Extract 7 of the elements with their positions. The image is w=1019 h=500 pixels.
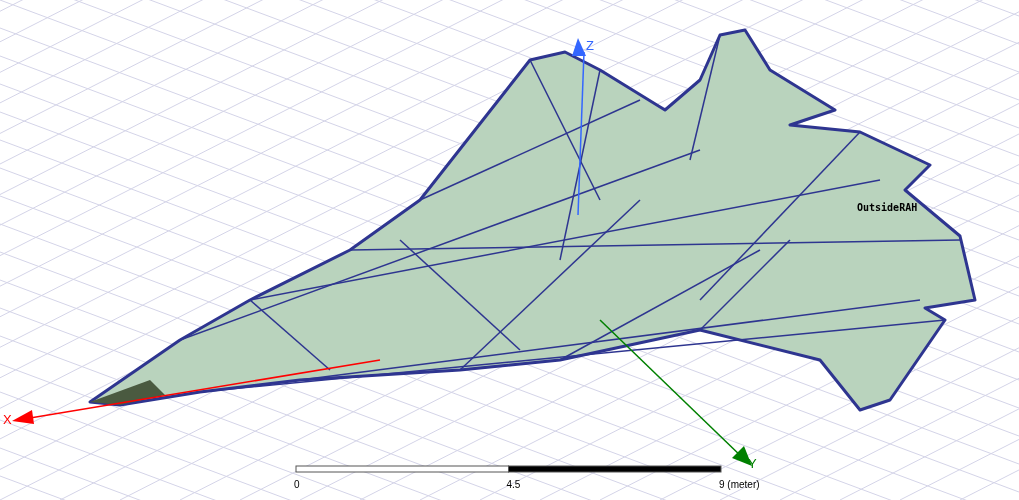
axis-label: Z xyxy=(586,38,594,53)
axis-label: X xyxy=(3,412,12,427)
object-label: OutsideRAH xyxy=(857,202,918,213)
scale-label: 0 xyxy=(294,479,300,490)
axis-label: Y xyxy=(748,456,757,471)
scale-label: 4.5 xyxy=(506,479,521,490)
scale-label: 9 (meter) xyxy=(719,479,760,490)
